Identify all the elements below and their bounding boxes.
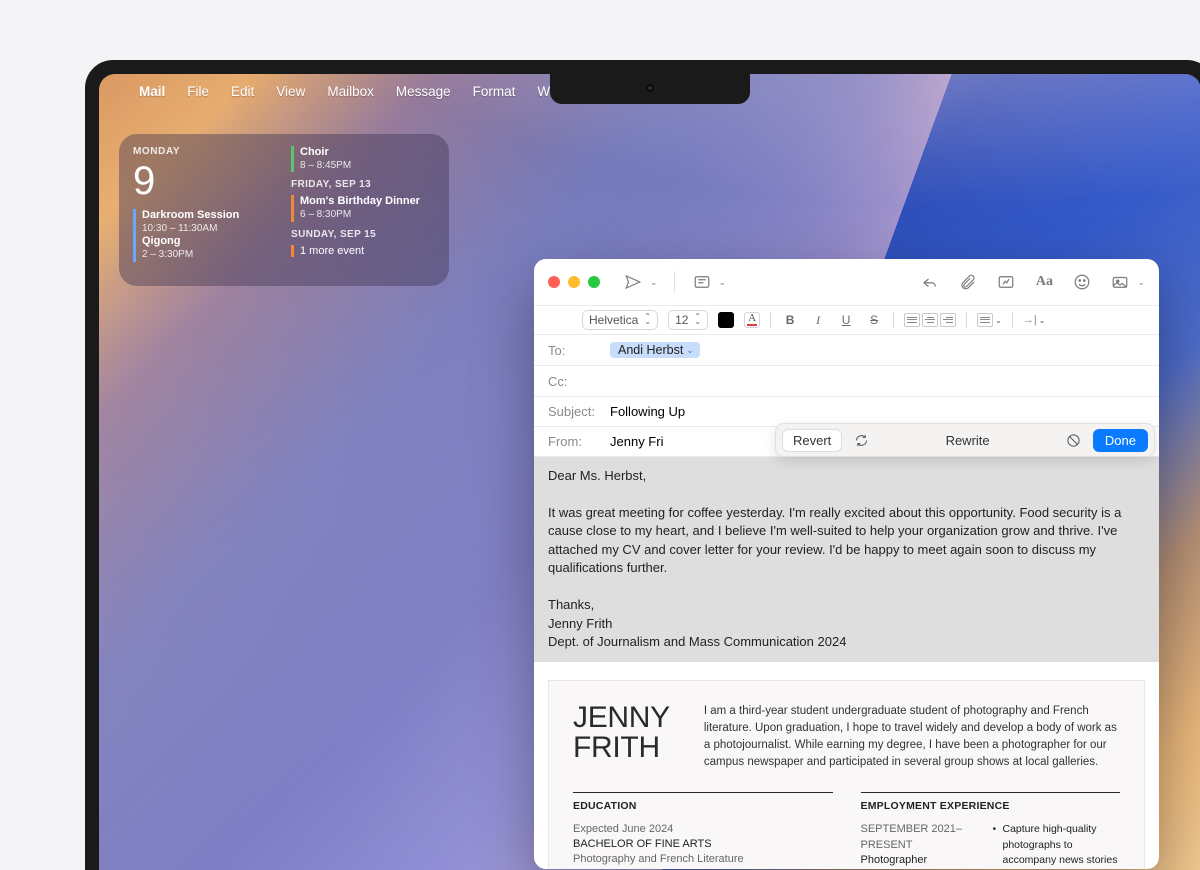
calendar-event[interactable]: Qigong2 – 3:30PM <box>133 235 277 261</box>
from-value[interactable]: Jenny Fri <box>610 434 663 449</box>
mail-compose-window: ⌄ ⌄ Aa ⌄ Helvetica⌃⌄ 12⌃⌄ A B I <box>534 259 1159 869</box>
cv-education-column: EDUCATION Expected June 2024BACHELOR OF … <box>573 792 833 869</box>
cv-attachment[interactable]: JENNY FRITH I am a third-year student un… <box>548 680 1145 869</box>
text-color-picker[interactable]: A <box>744 312 760 328</box>
from-label: From: <box>548 434 610 449</box>
mail-toolbar: ⌄ ⌄ Aa ⌄ <box>534 259 1159 305</box>
cv-name: JENNY FRITH <box>573 703 670 772</box>
message-body-area[interactable]: Dear Ms. Herbst, It was great meeting fo… <box>534 457 1159 869</box>
menubar-item-message[interactable]: Message <box>396 84 451 99</box>
calendar-section-header: SUNDAY, SEP 15 <box>291 229 435 240</box>
calendar-more-events[interactable]: 1 more event <box>291 245 435 257</box>
cv-education-item: Expected June 2024BACHELOR OF FINE ARTSP… <box>573 822 833 869</box>
menubar-item-edit[interactable]: Edit <box>231 84 254 99</box>
cv-exp-role: Photographer <box>861 853 981 868</box>
calendar-event[interactable]: Mom's Birthday Dinner6 – 8:30PM <box>291 195 435 221</box>
window-minimize-button[interactable] <box>568 276 580 288</box>
emoji-icon[interactable] <box>1071 271 1093 293</box>
window-close-button[interactable] <box>548 276 560 288</box>
photo-browser-icon[interactable] <box>1109 271 1131 293</box>
header-fields: To: Andi Herbst⌄ Cc: Subject: Following … <box>534 335 1159 457</box>
cv-education-heading: EDUCATION <box>573 799 833 814</box>
rewrite-cancel-icon[interactable] <box>1065 431 1083 449</box>
attach-icon[interactable] <box>957 271 979 293</box>
reply-icon[interactable] <box>919 271 941 293</box>
cv-bullet: Capture high-quality photographs to acco… <box>993 822 1121 869</box>
alignment-group[interactable] <box>904 313 956 327</box>
strikethrough-button[interactable]: S <box>865 313 883 327</box>
menubar-app-name[interactable]: Mail <box>139 84 165 99</box>
photo-browser-caret[interactable]: ⌄ <box>1137 277 1145 288</box>
calendar-event[interactable]: Darkroom Session10:30 – 11:30AM <box>133 209 277 235</box>
display-notch <box>550 74 750 104</box>
calendar-widget[interactable]: MONDAY 9 Darkroom Session10:30 – 11:30AM… <box>119 134 449 286</box>
to-label: To: <box>548 343 610 358</box>
calendar-event[interactable]: Choir8 – 8:45PM <box>291 146 435 172</box>
menubar-item-view[interactable]: View <box>276 84 305 99</box>
menubar-item-file[interactable]: File <box>187 84 209 99</box>
rewrite-title: Rewrite <box>880 433 1055 448</box>
cv-experience-heading: EMPLOYMENT EXPERIENCE <box>861 799 1121 814</box>
indent-button[interactable]: →|⌄ <box>1023 314 1046 326</box>
cc-field[interactable] <box>610 373 1145 389</box>
header-fields-icon[interactable] <box>691 271 713 293</box>
subject-field[interactable]: Following Up <box>610 404 685 419</box>
calendar-day-label: MONDAY <box>133 146 277 157</box>
cc-label: Cc: <box>548 374 610 389</box>
format-bar: Helvetica⌃⌄ 12⌃⌄ A B I U S ⌄ →|⌄ <box>534 305 1159 335</box>
send-options-caret[interactable]: ⌄ <box>650 277 658 288</box>
font-family-select[interactable]: Helvetica⌃⌄ <box>582 310 658 330</box>
send-icon[interactable] <box>622 271 644 293</box>
italic-button[interactable]: I <box>809 313 827 328</box>
font-size-select[interactable]: 12⌃⌄ <box>668 310 708 330</box>
calendar-date: 9 <box>133 163 277 199</box>
cv-intro: I am a third-year student undergraduate … <box>704 703 1120 772</box>
done-button[interactable]: Done <box>1093 429 1148 452</box>
bold-button[interactable]: B <box>781 313 799 327</box>
menubar-item-format[interactable]: Format <box>473 84 516 99</box>
cv-experience-column: EMPLOYMENT EXPERIENCE SEPTEMBER 2021–PRE… <box>861 792 1121 869</box>
menubar-item-mailbox[interactable]: Mailbox <box>327 84 374 99</box>
subject-label: Subject: <box>548 404 610 419</box>
cv-exp-bullets: Capture high-quality photographs to acco… <box>993 822 1121 869</box>
format-text-icon[interactable]: Aa <box>1033 271 1055 293</box>
text-color-swatch[interactable] <box>718 312 734 328</box>
rewrite-toolbar: Revert Rewrite Done <box>775 423 1155 457</box>
window-maximize-button[interactable] <box>588 276 600 288</box>
message-text[interactable]: Dear Ms. Herbst, It was great meeting fo… <box>534 457 1159 662</box>
revert-button[interactable]: Revert <box>782 429 842 452</box>
calendar-section-header: FRIDAY, SEP 13 <box>291 179 435 190</box>
laptop-frame: Mail File Edit View Mailbox Message Form… <box>85 60 1200 870</box>
header-fields-caret[interactable]: ⌄ <box>719 277 727 288</box>
rewrite-cycle-icon[interactable] <box>852 431 870 449</box>
underline-button[interactable]: U <box>837 313 855 327</box>
to-recipient-pill[interactable]: Andi Herbst⌄ <box>610 342 700 358</box>
markup-icon[interactable] <box>995 271 1017 293</box>
list-button[interactable]: ⌄ <box>977 313 1002 327</box>
screen: Mail File Edit View Mailbox Message Form… <box>99 74 1200 870</box>
cv-exp-dates: SEPTEMBER 2021–PRESENT <box>861 822 981 853</box>
